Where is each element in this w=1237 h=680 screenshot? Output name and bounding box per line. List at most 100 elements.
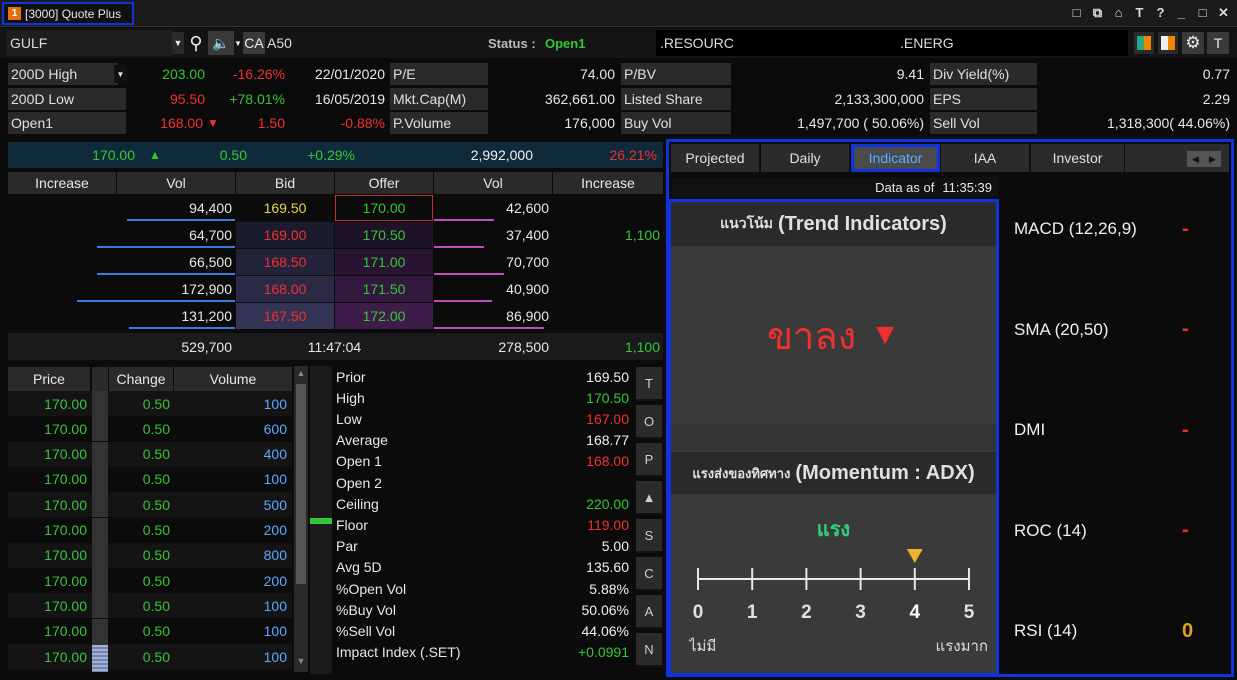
bid-price[interactable]: 169.50	[236, 195, 334, 221]
chevron-left-icon[interactable]: ◀	[1187, 151, 1204, 167]
chevron-down-icon[interactable]: ▼	[114, 65, 127, 83]
help-icon[interactable]: ?	[1153, 5, 1168, 21]
stat-value: 170.50	[586, 389, 629, 406]
200d-high-label[interactable]: 200D High	[8, 63, 118, 85]
scroll-thumb[interactable]	[296, 384, 306, 584]
offer-price[interactable]: 170.00	[335, 195, 433, 221]
bid-price[interactable]: 169.00	[236, 222, 334, 248]
side-button[interactable]: A	[636, 595, 662, 629]
tick-gap	[92, 466, 108, 492]
stat-row: Ceiling 220.00	[332, 493, 632, 514]
indicator-name: DMI	[1014, 420, 1046, 439]
buy-vol-value: 1,497,700 ( 50.06%)	[797, 115, 924, 131]
bid-price[interactable]: 167.50	[236, 303, 334, 329]
offer-volume-bar	[434, 300, 492, 302]
tab-investor[interactable]: Investor	[1031, 144, 1125, 172]
increase-right	[553, 195, 663, 221]
maximize-icon[interactable]: □	[1195, 5, 1210, 21]
speaker-icon[interactable]: 🔈	[208, 31, 234, 55]
ticker-scrollbar[interactable]: ▲ ▼	[294, 366, 308, 672]
close-icon[interactable]: ✕	[1216, 5, 1231, 21]
offer-price[interactable]: 171.00	[335, 249, 433, 275]
indicator-value: -	[1182, 318, 1189, 340]
increase-right	[553, 303, 663, 329]
order-book-totals: 529,700 11:47:04 278,500 1,100	[8, 333, 663, 360]
200d-low-label: 200D Low	[8, 88, 126, 110]
tick-price: 170.00	[44, 496, 87, 513]
total-bid-vol: 529,700	[181, 338, 232, 355]
momentum-title-th: แรงส่งของทิศทาง	[692, 465, 791, 481]
side-button[interactable]: C	[636, 557, 662, 591]
symbol-input[interactable]: GULF	[6, 30, 172, 56]
restore-icon[interactable]: □	[1069, 5, 1084, 21]
ticker-row: 170.00 0.50 800	[8, 542, 292, 568]
search-icon[interactable]: ⚲	[186, 31, 206, 55]
stat-label: %Sell Vol	[336, 622, 396, 639]
industry-field: .ENERG	[896, 30, 1128, 56]
side-button[interactable]: N	[636, 633, 662, 667]
scroll-down-icon[interactable]: ▼	[295, 656, 307, 668]
scroll-up-icon[interactable]: ▲	[295, 368, 307, 380]
tab-indicator[interactable]: Indicator	[851, 144, 940, 172]
stat-value: 169.50	[586, 368, 629, 385]
home-icon[interactable]: ⌂	[1111, 5, 1126, 21]
scale-label: 4	[910, 602, 921, 623]
stat-value: 5.00	[601, 538, 629, 555]
tick-change: 0.50	[142, 648, 170, 665]
gear-icon[interactable]: ⚙	[1182, 32, 1204, 54]
stat-label: Avg 5D	[336, 559, 382, 576]
bid-volume: 172,900	[181, 281, 232, 297]
side-button[interactable]: S	[636, 519, 662, 553]
side-button[interactable]: O	[636, 405, 662, 439]
bid-price[interactable]: 168.00	[236, 276, 334, 302]
total-offer-vol: 278,500	[498, 338, 549, 355]
offer-price[interactable]: 171.50	[335, 276, 433, 302]
orderbook-time: 11:47:04	[307, 338, 362, 355]
side-button[interactable]: ▲	[636, 481, 662, 515]
total-increase-right: 1,100	[624, 338, 660, 355]
last-price-strip: 170.00 ▲ 0.50 +0.29% 2,992,000 26.21%	[8, 142, 663, 168]
offer-volume: 40,900	[506, 281, 549, 297]
tick-change: 0.50	[142, 395, 170, 412]
chart-icon[interactable]	[1134, 32, 1154, 54]
tab-scroll[interactable]: ◀ ▶	[1187, 151, 1221, 167]
200d-high-date: 22/01/2020	[314, 66, 385, 82]
scale-right-label: แรงมาก	[935, 638, 988, 655]
chevron-right-icon[interactable]: ▶	[1204, 151, 1221, 167]
tab-daily[interactable]: Daily	[761, 144, 850, 172]
stat-value: 168.00	[586, 453, 629, 470]
window-tab[interactable]: 1 [3000] Quote Plus	[2, 2, 134, 25]
open1-label: Open1	[8, 112, 126, 134]
tab-iaa[interactable]: IAA	[941, 144, 1030, 172]
stat-label: Impact Index (.SET)	[336, 644, 461, 661]
tick-volume: 600	[263, 420, 287, 437]
tab-projected[interactable]: Projected	[671, 144, 760, 172]
side-button[interactable]: P	[636, 443, 662, 477]
chevron-down-icon[interactable]: ▼	[172, 32, 184, 54]
stat-value: 168.77	[586, 432, 629, 449]
font-icon[interactable]: T	[1132, 5, 1147, 21]
tick-volume: 100	[263, 395, 287, 412]
chevron-down-icon[interactable]: ▼	[234, 32, 242, 54]
layout-icon[interactable]	[1158, 32, 1178, 54]
tile-icon[interactable]: ⧉	[1090, 5, 1105, 21]
col-gap	[92, 367, 108, 391]
minimize-icon[interactable]: _	[1174, 5, 1189, 21]
offer-volume: 86,900	[506, 308, 549, 324]
tick-volume: 400	[263, 446, 287, 463]
listed-share-value: 2,133,300,000	[834, 91, 924, 107]
offer-price[interactable]: 170.50	[335, 222, 433, 248]
stat-value	[522, 472, 632, 493]
indicator-name: RSI (14)	[1014, 621, 1078, 640]
bid-price[interactable]: 168.50	[236, 249, 334, 275]
t-button[interactable]: T	[1207, 32, 1229, 54]
momentum-title-en: (Momentum : ADX)	[795, 461, 975, 484]
ticker-row: 170.00 0.50 500	[8, 492, 292, 518]
offer-price[interactable]: 172.00	[335, 303, 433, 329]
side-button[interactable]: T	[636, 367, 662, 401]
200d-high-pct: -16.26%	[232, 66, 285, 82]
stat-label: %Buy Vol	[336, 601, 396, 618]
div-yield-value: 0.77	[1202, 66, 1230, 82]
200d-low-pct: +78.01%	[229, 91, 285, 107]
stat-row: Low 167.00	[332, 408, 632, 429]
